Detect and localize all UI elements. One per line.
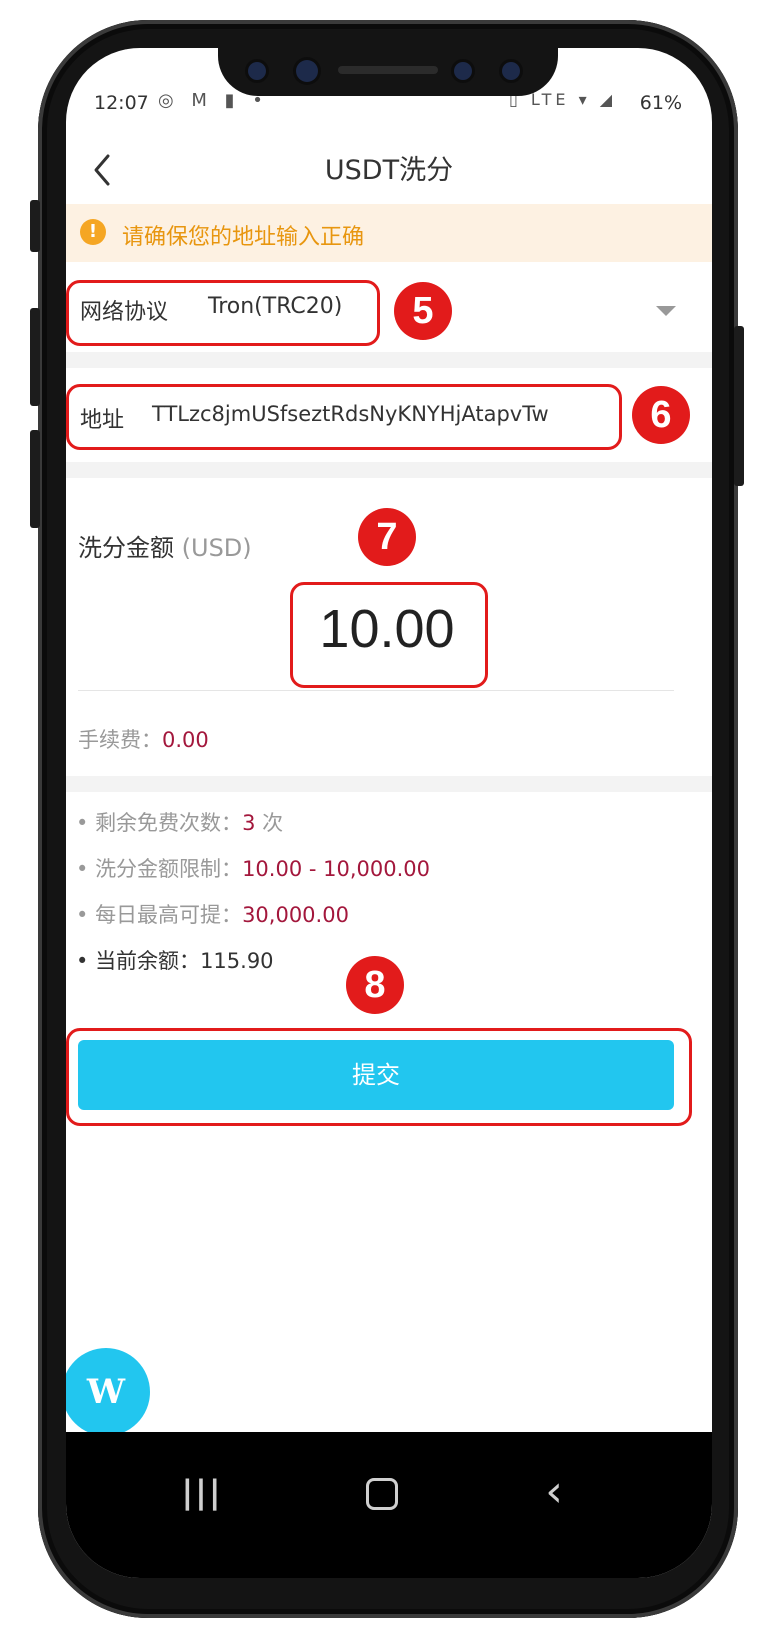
dropdown-arrow-icon[interactable] [656, 306, 676, 316]
phone-mute-button [30, 200, 40, 252]
section-divider [66, 462, 712, 478]
annotation-box-8 [66, 1028, 692, 1126]
amount-label: 洗分金额 (USD) [78, 528, 252, 563]
sensor-icon [248, 62, 266, 80]
phone-power-button [734, 326, 744, 486]
info-value: 3 [242, 811, 256, 835]
annotation-box-7 [290, 582, 488, 688]
floating-logo-button[interactable]: W [66, 1348, 150, 1436]
earpiece-speaker [338, 66, 438, 74]
amount-unit: (USD) [181, 534, 252, 562]
annotation-badge-6: 6 [632, 386, 690, 444]
annotation-badge-5: 5 [394, 282, 452, 340]
fee-label: 手续费： [78, 728, 162, 752]
info-value: 30,000.00 [242, 903, 349, 927]
info-item-daily-max: • 每日最高可提：30,000.00 [76, 903, 349, 927]
system-back-button[interactable]: ‹ [524, 1462, 584, 1522]
info-item-free-times: • 剩余免费次数：3 次 [76, 811, 284, 835]
status-time: 12:07 [94, 92, 149, 114]
app-screen: 12:07 ◎ M ▮ • ▯ LTE ▾ ◢ 61% USDT洗分 ! 请确保… [66, 48, 712, 1578]
info-label: 洗分金额限制： [95, 857, 243, 881]
recent-apps-icon: ||| [181, 1473, 223, 1511]
annotation-box-5 [66, 280, 380, 346]
phone-volume-up-button [30, 308, 40, 406]
info-label: 每日最高可提： [95, 903, 243, 927]
back-icon: ‹ [545, 1466, 563, 1517]
home-icon [366, 1478, 398, 1510]
page-header: USDT洗分 [66, 138, 712, 204]
info-label: 剩余免费次数： [95, 811, 243, 835]
info-value: 115.90 [200, 949, 274, 973]
warning-icon: ! [80, 219, 106, 245]
annotation-badge-7: 7 [358, 508, 416, 566]
warning-banner: ! 请确保您的地址输入正确 [66, 204, 712, 262]
home-button[interactable] [348, 1462, 408, 1522]
fee-row: 手续费：0.00 [78, 724, 209, 754]
info-value: 10.00 - 10,000.00 [242, 857, 430, 881]
warning-text: 请确保您的地址输入正确 [122, 225, 365, 250]
sensor-icon [454, 62, 472, 80]
fee-value: 0.00 [162, 728, 209, 752]
phone-notch [218, 40, 558, 96]
phone-volume-down-button [30, 430, 40, 528]
battery-level: 61% [639, 92, 682, 114]
section-divider [66, 776, 712, 792]
front-camera-icon [296, 60, 318, 82]
amount-label-text: 洗分金额 [78, 534, 174, 562]
recent-apps-button[interactable]: ||| [172, 1462, 232, 1522]
sensor-icon [502, 62, 520, 80]
annotation-box-6 [66, 384, 622, 450]
info-label: 当前余额： [95, 949, 201, 973]
info-suffix: 次 [255, 811, 284, 835]
info-item-amount-limit: • 洗分金额限制：10.00 - 10,000.00 [76, 857, 430, 881]
section-divider [66, 352, 712, 368]
page-title: USDT洗分 [324, 155, 454, 186]
system-nav-bar: ||| ‹ [66, 1432, 712, 1578]
annotation-badge-8: 8 [346, 956, 404, 1014]
divider [78, 690, 674, 691]
